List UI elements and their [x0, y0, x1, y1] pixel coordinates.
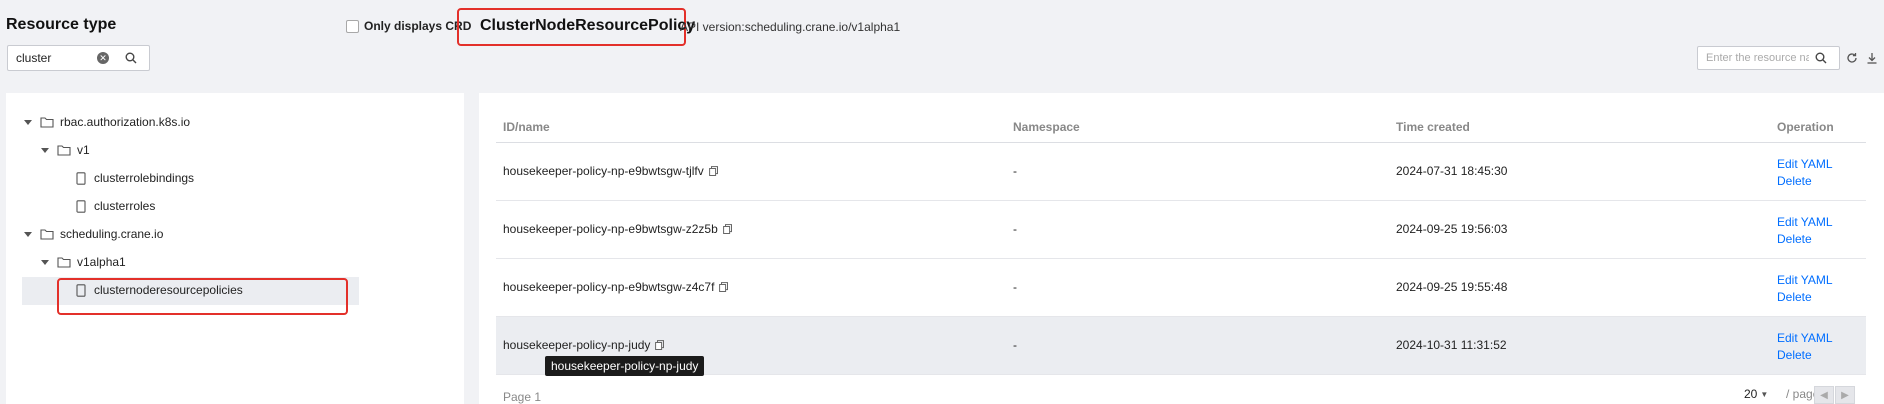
col-header-namespace: Namespace	[1013, 120, 1080, 134]
row-operations: Edit YAML Delete	[1777, 330, 1833, 364]
crd-checkbox[interactable]	[346, 19, 359, 33]
download-icon[interactable]	[1864, 50, 1880, 66]
tree-item-rbac[interactable]: rbac.authorization.k8s.io	[24, 110, 190, 134]
table-row: housekeeper-policy-np-e9bwtsgw-z2z5b - 2…	[496, 201, 1866, 259]
caret-down-icon[interactable]	[24, 231, 32, 237]
row-created: 2024-09-25 19:55:48	[1396, 280, 1508, 294]
refresh-icon[interactable]	[1844, 50, 1860, 66]
resource-search-box[interactable]: cluster ✕	[7, 45, 150, 71]
row-namespace: -	[1013, 338, 1017, 352]
delete-link[interactable]: Delete	[1777, 173, 1833, 190]
row-name-cell: housekeeper-policy-np-judy	[503, 338, 665, 352]
page-size-value: 20	[1744, 387, 1758, 401]
tree-highlight-box	[57, 278, 348, 315]
row-name-cell: housekeeper-policy-np-e9bwtsgw-z4c7f	[503, 280, 729, 294]
delete-link[interactable]: Delete	[1777, 289, 1833, 306]
row-name-cell: housekeeper-policy-np-e9bwtsgw-z2z5b	[503, 222, 732, 236]
resource-search-input[interactable]: cluster	[16, 51, 97, 65]
copy-icon[interactable]	[722, 224, 732, 234]
tree-item-label: rbac.authorization.k8s.io	[60, 115, 191, 129]
col-header-created: Time created	[1396, 120, 1470, 134]
edit-yaml-link[interactable]: Edit YAML	[1777, 330, 1833, 347]
page-size-select[interactable]: 20 ▼	[1744, 387, 1768, 401]
file-icon	[76, 199, 86, 213]
policy-title: ClusterNodeResourcePolicy	[480, 17, 696, 34]
folder-icon	[40, 117, 54, 128]
tree-item-v1[interactable]: v1	[41, 138, 90, 162]
crd-filter[interactable]: Only displays CRD	[346, 19, 471, 33]
row-created: 2024-07-31 18:45:30	[1396, 164, 1508, 178]
row-namespace: -	[1013, 164, 1017, 178]
tree-item-label: scheduling.crane.io	[60, 227, 164, 241]
name-tooltip: housekeeper-policy-np-judy	[545, 356, 705, 376]
tree-item-label: clusterrolebindings	[94, 171, 195, 185]
chevron-down-icon: ▼	[1760, 389, 1769, 399]
row-operations: Edit YAML Delete	[1777, 272, 1833, 306]
api-version: API version:scheduling.crane.io/v1alpha1	[680, 20, 901, 34]
delete-link[interactable]: Delete	[1777, 231, 1833, 248]
row-operations: Edit YAML Delete	[1777, 214, 1833, 248]
file-icon	[76, 171, 86, 185]
search-icon[interactable]	[1809, 52, 1833, 64]
folder-icon	[57, 145, 71, 156]
next-page-button[interactable]: ▶	[1835, 386, 1855, 404]
caret-down-icon[interactable]	[41, 259, 49, 265]
copy-icon[interactable]	[708, 166, 718, 176]
resource-tree-panel: rbac.authorization.k8s.io v1 clusterrole…	[6, 93, 464, 404]
row-namespace: -	[1013, 222, 1017, 236]
col-header-operation: Operation	[1777, 120, 1834, 134]
resource-name-search-box[interactable]: Enter the resource name	[1697, 46, 1840, 70]
row-created: 2024-09-25 19:56:03	[1396, 222, 1508, 236]
col-header-name: ID/name	[503, 120, 550, 134]
copy-icon[interactable]	[719, 282, 729, 292]
tree-item-v1alpha1[interactable]: v1alpha1	[41, 250, 126, 274]
edit-yaml-link[interactable]: Edit YAML	[1777, 156, 1833, 173]
row-name: housekeeper-policy-np-e9bwtsgw-z4c7f	[503, 280, 715, 294]
chevron-right-icon: ▶	[1841, 389, 1849, 401]
row-name: housekeeper-policy-np-e9bwtsgw-tjlfv	[503, 164, 704, 178]
tree-item-clusterroles[interactable]: clusterroles	[76, 194, 155, 218]
folder-icon	[40, 229, 54, 240]
delete-link[interactable]: Delete	[1777, 347, 1833, 364]
copy-icon[interactable]	[655, 340, 665, 350]
row-created: 2024-10-31 11:31:52	[1396, 338, 1507, 352]
edit-yaml-link[interactable]: Edit YAML	[1777, 214, 1833, 231]
row-operations: Edit YAML Delete	[1777, 156, 1833, 190]
tree-item-scheduling[interactable]: scheduling.crane.io	[24, 222, 163, 246]
row-name-cell: housekeeper-policy-np-e9bwtsgw-tjlfv	[503, 164, 718, 178]
tree-item-label: clusterroles	[94, 199, 156, 213]
tree-item-label: v1	[77, 143, 90, 157]
row-name: housekeeper-policy-np-judy	[503, 338, 651, 352]
chevron-left-icon: ◀	[1820, 389, 1828, 401]
page-indicator: Page 1	[503, 390, 542, 404]
resource-name-search-input[interactable]: Enter the resource name	[1706, 52, 1809, 64]
caret-down-icon[interactable]	[41, 147, 49, 153]
row-namespace: -	[1013, 280, 1017, 294]
clear-icon[interactable]: ✕	[97, 52, 109, 64]
tree-item-label: v1alpha1	[77, 255, 126, 269]
folder-icon	[57, 257, 71, 268]
prev-page-button[interactable]: ◀	[1814, 386, 1834, 404]
tree-item-clusterrolebindings[interactable]: clusterrolebindings	[76, 166, 194, 190]
crd-filter-label: Only displays CRD	[364, 19, 472, 33]
table-row: housekeeper-policy-np-e9bwtsgw-tjlfv - 2…	[496, 143, 1866, 201]
row-name: housekeeper-policy-np-e9bwtsgw-z2z5b	[503, 222, 718, 236]
caret-down-icon[interactable]	[24, 119, 32, 125]
search-icon[interactable]	[119, 52, 143, 64]
edit-yaml-link[interactable]: Edit YAML	[1777, 272, 1833, 289]
page-title: Resource type	[6, 16, 117, 33]
table-row: housekeeper-policy-np-e9bwtsgw-z4c7f - 2…	[496, 259, 1866, 317]
